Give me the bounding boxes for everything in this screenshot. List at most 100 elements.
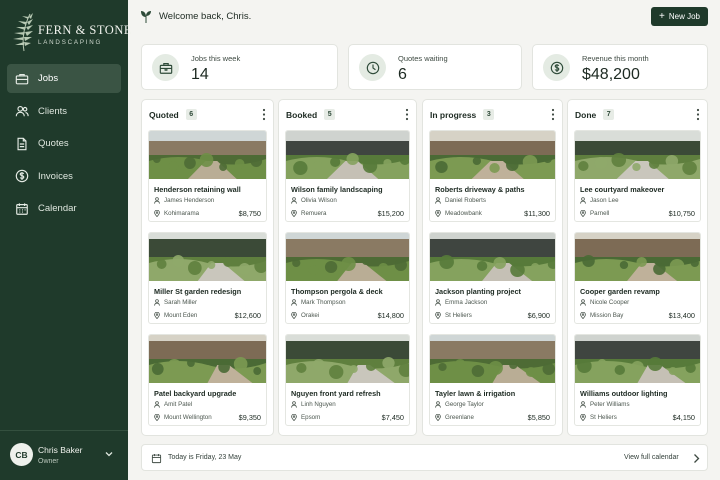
job-card[interactable]: Roberts driveway & paths Daniel Roberts … <box>429 130 556 222</box>
column-header: In progress 3 <box>430 109 495 120</box>
client-name: Peter Williams <box>590 401 630 408</box>
location-pin-icon <box>580 210 586 217</box>
garden-photo <box>575 335 700 383</box>
job-location: St Heliers <box>580 414 617 421</box>
job-photo <box>575 335 700 383</box>
job-photo <box>149 131 266 179</box>
job-card[interactable]: Wilson family landscaping Olivia Wilson … <box>285 130 410 222</box>
job-client: Jason Lee <box>580 197 619 204</box>
chevron-down-icon[interactable] <box>104 449 114 459</box>
job-amount: $12,600 <box>234 311 261 320</box>
garden-photo <box>149 335 266 383</box>
sidebar-item-jobs[interactable]: Jobs <box>7 64 121 93</box>
job-card[interactable]: Patel backyard upgrade Amit Patel Mount … <box>148 334 267 426</box>
more-options-icon[interactable] <box>695 108 701 121</box>
person-icon <box>435 197 441 204</box>
job-client: Linh Nguyen <box>291 401 336 408</box>
job-card[interactable]: Williams outdoor lighting Peter Williams… <box>574 334 701 426</box>
job-card[interactable]: Cooper garden revamp Nicole Cooper Missi… <box>574 232 701 324</box>
chevron-right-icon[interactable] <box>692 453 700 464</box>
sidebar: FERN & STONE LANDSCAPING Jobs Clients Qu… <box>0 0 131 480</box>
job-location: Kohimarama <box>154 210 199 217</box>
job-card[interactable]: Thompson pergola & deck Mark Thompson Or… <box>285 232 410 324</box>
sprout-icon <box>141 11 151 23</box>
location-pin-icon <box>435 414 441 421</box>
board-column-done: Done 7 Lee courtyard makeover Jason Lee … <box>567 99 708 436</box>
job-card[interactable]: Tayler lawn & irrigation George Taylor G… <box>429 334 556 426</box>
more-options-icon[interactable] <box>550 108 556 121</box>
sidebar-item-label: Calendar <box>38 203 77 214</box>
calendar-icon <box>16 202 28 215</box>
welcome-message: Welcome back, Chris. <box>159 11 252 22</box>
sidebar-item-clients[interactable]: Clients <box>7 97 121 126</box>
job-client: Emma Jackson <box>435 299 487 306</box>
location-name: Meadowbank <box>445 210 482 217</box>
job-client: Peter Williams <box>580 401 630 408</box>
user-menu[interactable]: CB Chris Baker Owner <box>0 430 128 480</box>
job-amount: $14,800 <box>377 311 404 320</box>
briefcase-icon <box>15 73 29 84</box>
job-card[interactable]: Nguyen front yard refresh Linh Nguyen Ep… <box>285 334 410 426</box>
job-location: Meadowbank <box>435 210 482 217</box>
client-name: Olivia Wilson <box>301 197 337 204</box>
job-amount: $4,150 <box>672 413 695 422</box>
job-card[interactable]: Lee courtyard makeover Jason Lee Parnell… <box>574 130 701 222</box>
job-location: Greenlane <box>435 414 474 421</box>
stat-card-jobs: Jobs this week 14 <box>141 44 338 90</box>
users-icon <box>15 105 29 117</box>
job-title: Lee courtyard makeover <box>580 185 665 194</box>
more-options-icon[interactable] <box>261 108 267 121</box>
location-pin-icon <box>580 312 586 319</box>
sidebar-item-calendar[interactable]: Calendar <box>7 194 121 223</box>
job-amount: $8,750 <box>238 209 261 218</box>
garden-photo <box>430 335 555 383</box>
job-photo <box>430 335 555 383</box>
garden-photo <box>149 233 266 281</box>
column-count-badge: 3 <box>483 109 495 120</box>
toolbox-icon <box>152 54 179 81</box>
job-photo <box>430 233 555 281</box>
clock-icon <box>359 54 386 81</box>
job-client: Sarah Miller <box>154 299 197 306</box>
location-name: Kohimarama <box>164 210 200 217</box>
job-photo <box>286 131 409 179</box>
location-pin-icon <box>154 312 160 319</box>
dollar-icon <box>543 54 570 81</box>
client-name: Amit Patel <box>164 401 193 408</box>
job-location: Epsom <box>291 414 320 421</box>
brand-name: FERN & STONE <box>38 23 132 37</box>
job-card[interactable]: Henderson retaining wall James Henderson… <box>148 130 267 222</box>
person-icon <box>291 197 297 204</box>
job-client: Daniel Roberts <box>435 197 486 204</box>
location-pin-icon <box>291 210 297 217</box>
board-column-quoted: Quoted 6 Henderson retaining wall James … <box>141 99 274 436</box>
sidebar-item-quotes[interactable]: Quotes <box>7 129 121 158</box>
person-icon <box>435 401 441 408</box>
view-calendar-link[interactable]: View full calendar <box>624 454 679 461</box>
job-title: Miller St garden redesign <box>154 287 242 296</box>
column-title: Done <box>575 109 597 120</box>
client-name: James Henderson <box>164 197 215 204</box>
column-title: Booked <box>286 109 318 120</box>
job-card[interactable]: Miller St garden redesign Sarah Miller M… <box>148 232 267 324</box>
client-name: Nicole Cooper <box>590 299 630 306</box>
job-card[interactable]: Jackson planting project Emma Jackson St… <box>429 232 556 324</box>
new-job-button[interactable]: + New Job <box>651 7 708 26</box>
plus-icon: + <box>659 11 665 22</box>
person-icon <box>580 299 586 306</box>
client-name: Linh Nguyen <box>301 401 336 408</box>
job-amount: $11,300 <box>524 209 550 218</box>
job-photo <box>149 335 266 383</box>
garden-photo <box>149 131 266 179</box>
job-client: Nicole Cooper <box>580 299 629 306</box>
job-title: Jackson planting project <box>435 287 521 296</box>
person-icon <box>580 197 586 204</box>
location-pin-icon <box>580 414 586 421</box>
more-options-icon[interactable] <box>404 108 410 121</box>
location-name: Remuera <box>301 210 327 217</box>
sidebar-item-invoices[interactable]: Invoices <box>7 162 121 191</box>
brand-logo[interactable]: FERN & STONE LANDSCAPING <box>10 12 131 52</box>
job-photo <box>286 233 409 281</box>
job-title: Thompson pergola & deck <box>291 287 383 296</box>
job-location: Remuera <box>291 210 326 217</box>
